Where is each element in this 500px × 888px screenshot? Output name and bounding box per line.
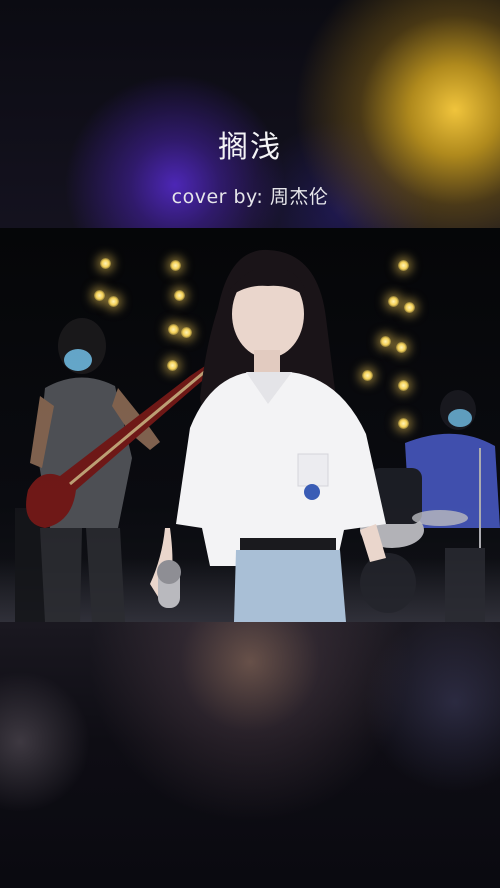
performers-illustration bbox=[15, 249, 500, 622]
singer bbox=[150, 249, 386, 622]
blurred-background-bottom bbox=[0, 622, 500, 888]
video-title: 搁浅 bbox=[218, 130, 282, 165]
video-player-screen[interactable]: 搁浅 cover by: 周杰伦 bbox=[0, 0, 500, 888]
cover-credit: cover by: 周杰伦 bbox=[171, 186, 329, 208]
video-frame[interactable] bbox=[0, 228, 500, 622]
